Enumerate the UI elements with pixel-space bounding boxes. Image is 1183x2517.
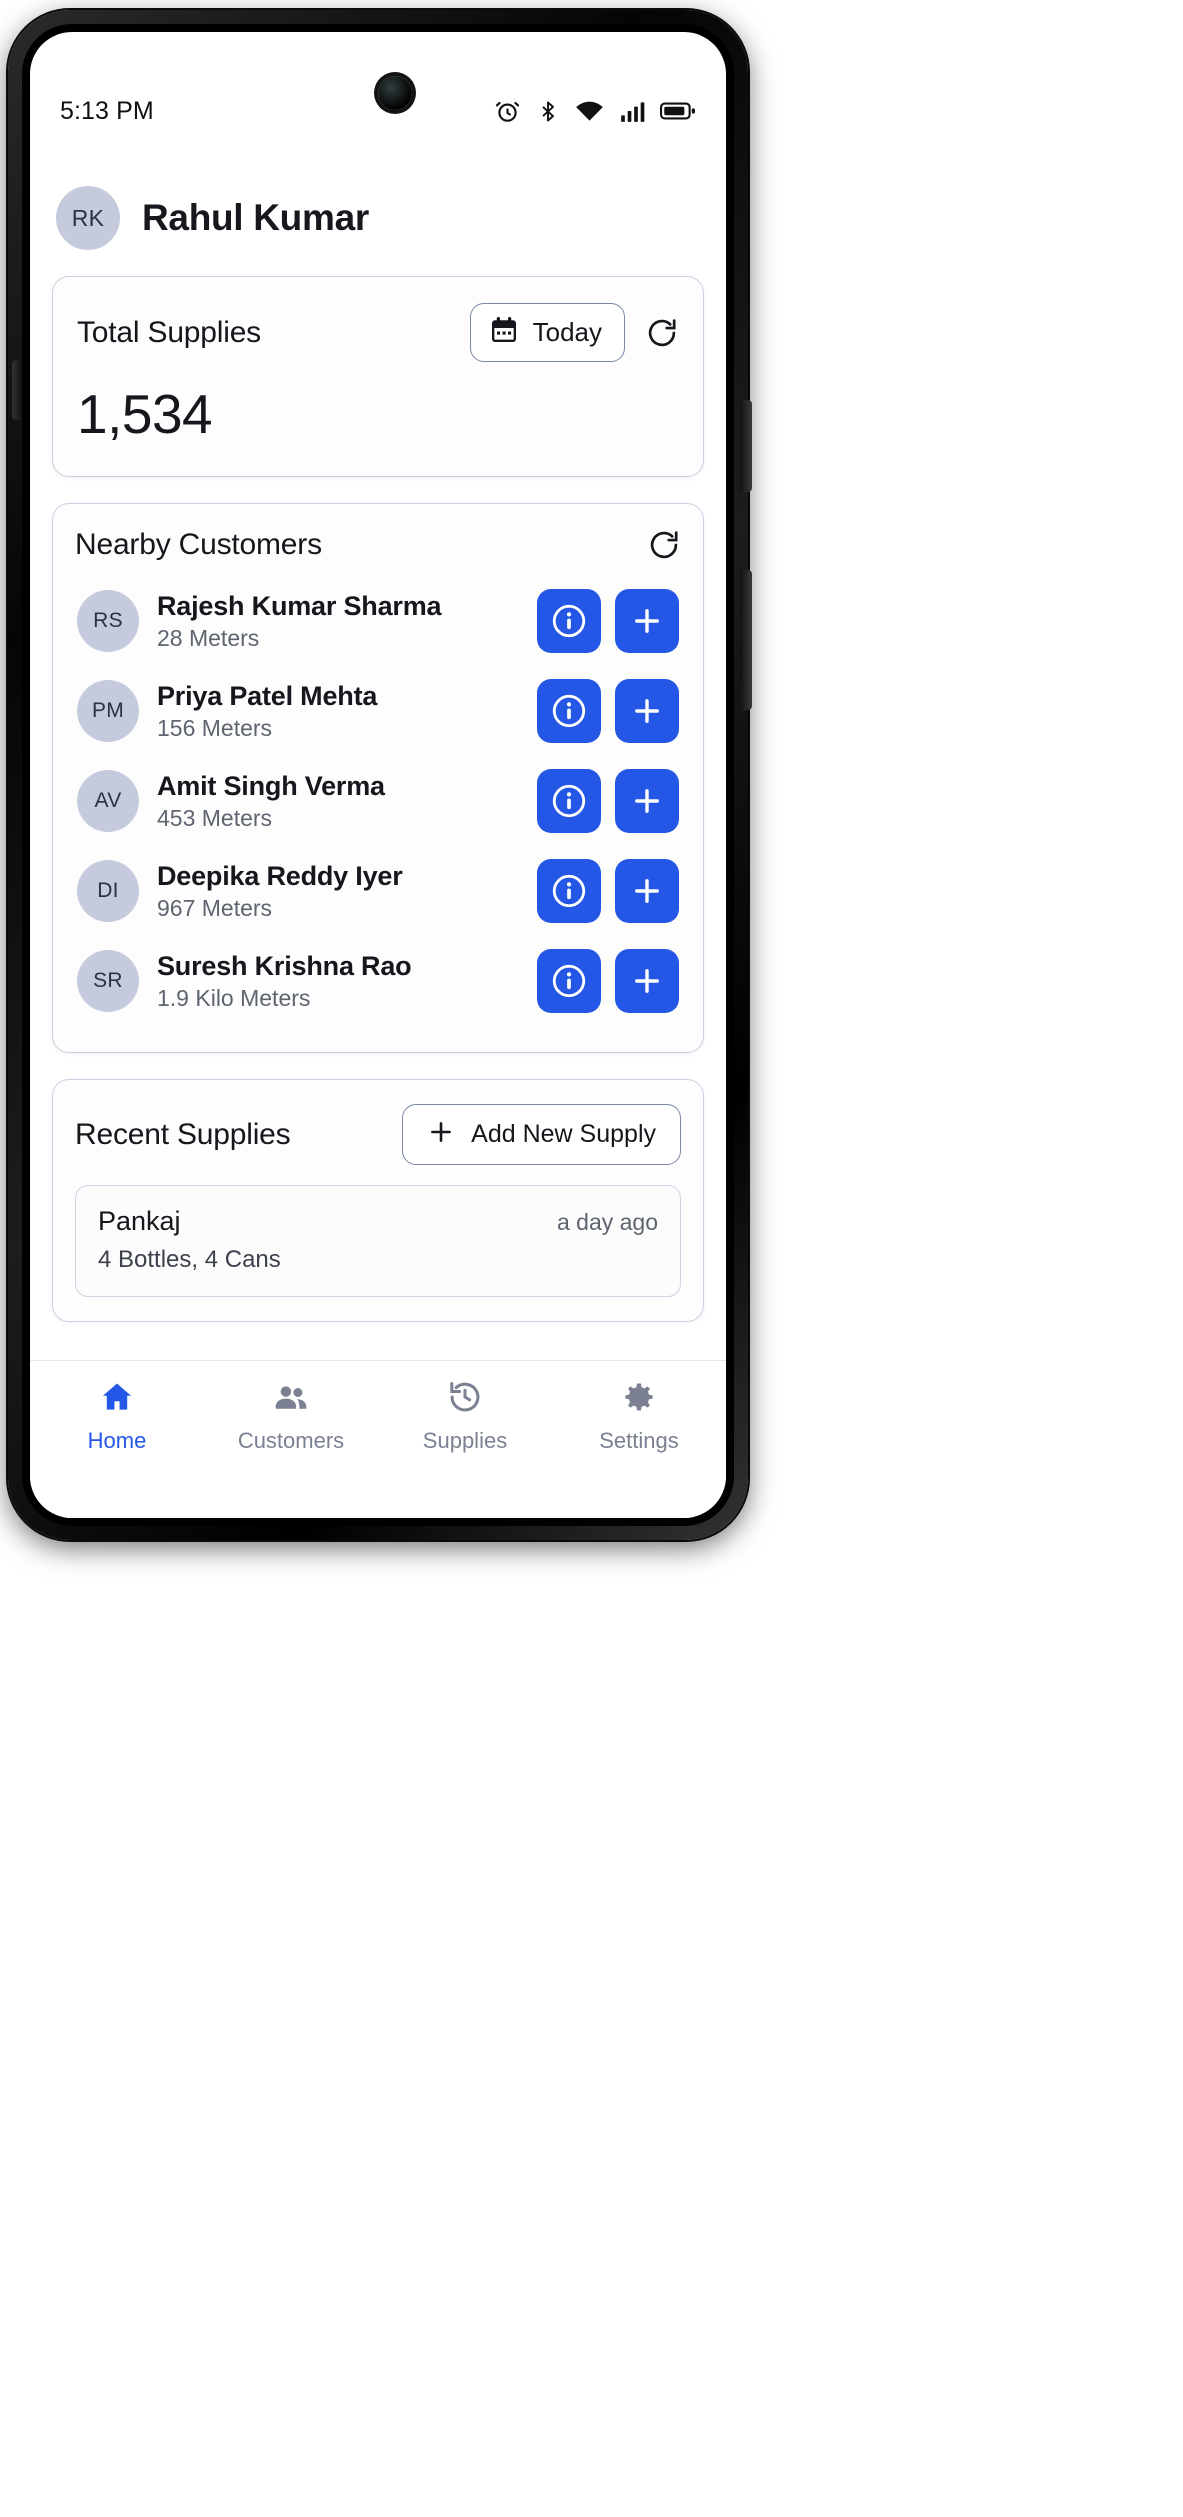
customer-row[interactable]: DI Deepika Reddy Iyer 967 Meters <box>75 846 681 936</box>
avatar[interactable]: RK <box>56 186 120 250</box>
nearby-customers-card: Nearby Customers RS Rajesh Kumar Sharma 28… <box>52 503 704 1053</box>
wifi-icon <box>575 98 604 125</box>
nearby-customers-header: Nearby Customers <box>75 528 681 562</box>
nav-label: Customers <box>237 1428 345 1453</box>
customer-info: Rajesh Kumar Sharma 28 Meters <box>157 591 519 652</box>
user-header: RK Rahul Kumar <box>52 134 704 276</box>
customer-name: Rajesh Kumar Sharma <box>157 590 442 621</box>
customer-add-button[interactable] <box>615 679 679 743</box>
nav-label: Home <box>87 1428 147 1453</box>
customer-info-button[interactable] <box>537 949 601 1013</box>
calendar-icon <box>489 315 519 350</box>
total-supplies-header: Total Supplies Today <box>77 303 679 362</box>
nav-label: Supplies <box>422 1428 508 1453</box>
recent-supplies-title: Recent Supplies <box>75 1117 291 1151</box>
customer-avatar: AV <box>77 770 139 832</box>
customer-info: Suresh Krishna Rao 1.9 Kilo Meters <box>157 951 519 1012</box>
customer-avatar: SR <box>77 950 139 1012</box>
nav-item-settings[interactable]: Settings <box>564 1379 714 1454</box>
app-content: RK Rahul Kumar Total Supplies Today 1,53… <box>30 134 726 1414</box>
alarm-icon <box>494 98 521 125</box>
today-filter-button[interactable]: Today <box>469 303 625 362</box>
customer-info-button[interactable] <box>537 589 601 653</box>
customer-actions <box>537 589 679 653</box>
people-icon <box>272 1379 310 1420</box>
history-icon <box>447 1379 483 1420</box>
plus-icon <box>427 1118 455 1151</box>
nav-item-home[interactable]: Home <box>42 1379 192 1454</box>
today-filter-label: Today <box>532 317 602 347</box>
customer-info: Priya Patel Mehta 156 Meters <box>157 681 519 742</box>
add-new-supply-label: Add New Supply <box>471 1120 656 1148</box>
customer-row[interactable]: AV Amit Singh Verma 453 Meters <box>75 756 681 846</box>
customer-add-button[interactable] <box>615 769 679 833</box>
supply-detail: 4 Bottles, 4 Cans <box>98 1246 281 1273</box>
customer-info-button[interactable] <box>537 859 601 923</box>
recent-supplies-header: Recent Supplies Add New Supply <box>75 1104 681 1165</box>
customer-add-button[interactable] <box>615 589 679 653</box>
recent-supplies-list: Pankaj a day ago 4 Bottles, 4 Cans <box>75 1185 681 1297</box>
customer-avatar: DI <box>77 860 139 922</box>
customer-add-button[interactable] <box>615 949 679 1013</box>
page-title: Rahul Kumar <box>142 197 369 238</box>
customer-row[interactable]: RS Rajesh Kumar Sharma 28 Meters <box>75 576 681 666</box>
customer-name: Deepika Reddy Iyer <box>157 860 403 891</box>
customer-actions <box>537 949 679 1013</box>
battery-icon <box>660 99 696 123</box>
total-supplies-title: Total Supplies <box>77 315 261 349</box>
supply-customer-name: Pankaj <box>98 1206 181 1236</box>
nav-label: Settings <box>599 1428 679 1453</box>
phone-frame: 5:13 PM RK Rahul Kumar Total Supplies To… <box>8 10 752 1540</box>
customer-distance: 156 Meters <box>157 714 273 741</box>
customer-name: Priya Patel Mehta <box>157 680 378 711</box>
total-supplies-controls: Today <box>469 303 679 362</box>
customer-distance: 967 Meters <box>157 894 273 921</box>
customer-name: Suresh Krishna Rao <box>157 950 412 981</box>
add-new-supply-button[interactable]: Add New Supply <box>402 1104 681 1165</box>
nav-item-supplies[interactable]: Supplies <box>390 1379 540 1454</box>
gear-icon <box>621 1379 657 1420</box>
customer-distance: 28 Meters <box>157 624 260 651</box>
bluetooth-icon <box>536 98 560 125</box>
power-button[interactable] <box>740 570 752 710</box>
customer-row[interactable]: PM Priya Patel Mehta 156 Meters <box>75 666 681 756</box>
supply-timestamp: a day ago <box>556 1209 658 1235</box>
status-bar-time: 5:13 PM <box>60 96 154 125</box>
volume-button[interactable] <box>740 400 752 492</box>
customer-actions <box>537 769 679 833</box>
recent-supplies-card: Recent Supplies Add New Supply Pankaj a d… <box>52 1079 704 1322</box>
bottom-navigation: Home Customers Supplies Settings <box>30 1360 726 1518</box>
supply-item[interactable]: Pankaj a day ago 4 Bottles, 4 Cans <box>75 1185 681 1297</box>
customer-actions <box>537 859 679 923</box>
mute-switch[interactable] <box>12 360 22 420</box>
customer-add-button[interactable] <box>615 859 679 923</box>
front-camera-icon <box>378 76 412 110</box>
refresh-supplies-button[interactable] <box>645 316 679 350</box>
customer-info: Amit Singh Verma 453 Meters <box>157 771 519 832</box>
status-bar-icons <box>494 98 696 125</box>
refresh-customers-button[interactable] <box>647 528 681 562</box>
customer-avatar: PM <box>77 680 139 742</box>
customer-row[interactable]: SR Suresh Krishna Rao 1.9 Kilo Meters <box>75 936 681 1026</box>
customer-distance: 1.9 Kilo Meters <box>157 984 311 1011</box>
total-supplies-value: 1,534 <box>77 383 213 445</box>
customer-actions <box>537 679 679 743</box>
customer-info-button[interactable] <box>537 679 601 743</box>
supply-item-top: Pankaj a day ago <box>98 1206 658 1237</box>
customer-name: Amit Singh Verma <box>157 770 385 801</box>
nearby-customers-title: Nearby Customers <box>75 528 322 561</box>
customer-list: RS Rajesh Kumar Sharma 28 Meters PM Priya Pa… <box>75 576 681 1026</box>
customer-info-button[interactable] <box>537 769 601 833</box>
cellular-signal-icon <box>619 98 645 124</box>
customer-avatar: RS <box>77 590 139 652</box>
home-icon <box>99 1379 135 1420</box>
total-supplies-card: Total Supplies Today 1,534 <box>52 276 704 477</box>
nav-item-customers[interactable]: Customers <box>216 1379 366 1454</box>
customer-distance: 453 Meters <box>157 804 273 831</box>
phone-screen: 5:13 PM RK Rahul Kumar Total Supplies To… <box>30 32 726 1518</box>
customer-info: Deepika Reddy Iyer 967 Meters <box>157 861 519 922</box>
